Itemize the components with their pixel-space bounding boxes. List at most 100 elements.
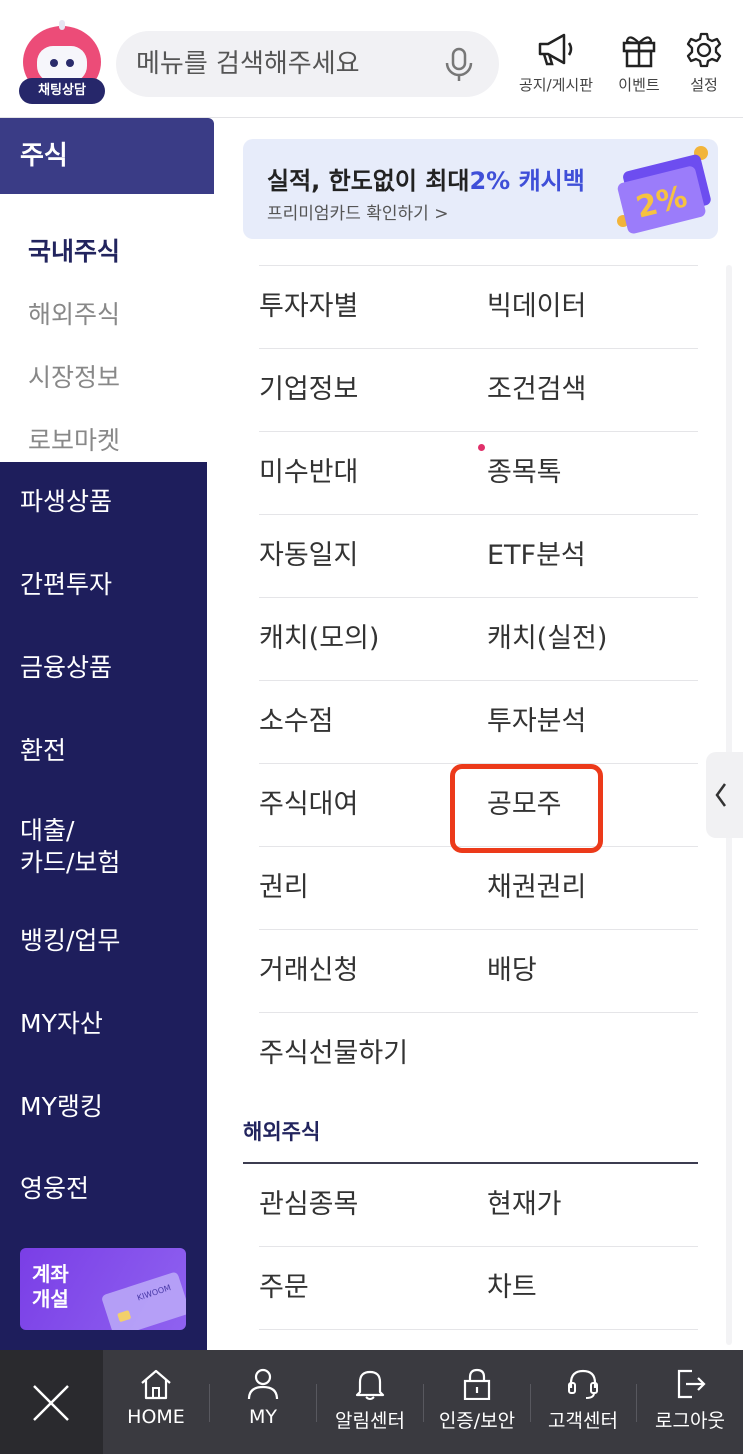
headset-icon — [568, 1369, 598, 1399]
menu-row: 소수점 투자분석 — [259, 680, 698, 763]
menu-row: 캐치(모의) 캐치(실전) — [259, 597, 698, 680]
menu-investment-analysis[interactable]: 투자분석 — [487, 681, 586, 763]
menu-big-data[interactable]: 빅데이터 — [487, 266, 586, 348]
cashback-card-illustration: 2% — [617, 146, 711, 234]
banner-title: 실적, 한도없이 최대2% 캐시백 — [267, 167, 585, 195]
menu-rights[interactable]: 권리 — [259, 847, 309, 929]
close-icon — [33, 1385, 69, 1421]
menu-order[interactable]: 주문 — [259, 1247, 309, 1329]
menu-stock-lending[interactable]: 주식대여 — [259, 764, 358, 846]
menu-catch-mock[interactable]: 캐치(모의) — [259, 598, 379, 680]
top-header: 채팅상담 메뉴를 검색해주세요 공지/게시판 이벤트 설정 — [0, 0, 743, 118]
notice-board-label: 공지/게시판 — [518, 76, 594, 94]
open-account-line2: 개설 — [32, 1287, 69, 1311]
menu-row: 기업정보 조건검색 — [259, 348, 698, 431]
event-button[interactable]: 이벤트 — [611, 30, 667, 102]
menu-unsettled-opposite[interactable]: 미수반대 — [259, 432, 358, 514]
lock-icon — [463, 1368, 491, 1400]
chevron-left-icon — [715, 783, 727, 807]
sidebar-item-derivatives[interactable]: 파생상품 — [0, 486, 207, 518]
menu-row: 미수반대 종목톡 — [259, 431, 698, 514]
new-badge-dot — [478, 444, 485, 451]
tab-logout-label: 로그아웃 — [655, 1410, 725, 1432]
search-input[interactable]: 메뉴를 검색해주세요 — [116, 31, 499, 97]
settings-label: 설정 — [690, 76, 718, 94]
tab-my[interactable]: MY — [210, 1350, 316, 1454]
user-icon — [247, 1368, 279, 1400]
bottom-navigation: HOME MY 알림센터 인증/보안 고객센터 로그아웃 — [0, 1350, 743, 1454]
sidebar-item-banking[interactable]: 뱅킹/업무 — [0, 925, 207, 957]
premium-card-banner[interactable]: 실적, 한도없이 최대2% 캐시백 프리미엄카드 확인하기 > 2% — [243, 139, 718, 239]
settings-button[interactable]: 설정 — [680, 30, 728, 102]
menu-row: 주문 차트 — [259, 1247, 698, 1330]
sidebar-item-financial-products[interactable]: 금융상품 — [0, 652, 207, 684]
sidebar-item-loan-card-insurance[interactable]: 대출/ 카드/보험 — [0, 815, 207, 879]
menu-row: 자동일지 ETF분석 — [259, 514, 698, 597]
gear-icon — [686, 32, 722, 68]
domestic-stock-menu: 투자자별 빅데이터 기업정보 조건검색 미수반대 종목톡 자동일지 ETF분석 … — [259, 265, 698, 1095]
menu-row: 거래신청 배당 — [259, 929, 698, 1012]
menu-chart[interactable]: 차트 — [487, 1247, 537, 1329]
bell-icon — [355, 1370, 385, 1400]
home-icon — [141, 1369, 171, 1400]
sidebar-sub-market-info[interactable]: 시장정보 — [28, 358, 120, 394]
tab-notification-center[interactable]: 알림센터 — [317, 1350, 423, 1454]
tab-home-label: HOME — [127, 1406, 185, 1428]
menu-etf-analysis[interactable]: ETF분석 — [487, 515, 586, 597]
search-placeholder: 메뉴를 검색해주세요 — [136, 49, 360, 79]
tab-notification-label: 알림센터 — [335, 1410, 405, 1432]
sidebar-item-my-assets[interactable]: MY자산 — [0, 1008, 207, 1040]
highlight-box — [450, 764, 603, 853]
menu-current-price[interactable]: 현재가 — [487, 1164, 562, 1246]
menu-condition-search[interactable]: 조건검색 — [487, 349, 586, 431]
sidebar-item-hero-battle[interactable]: 영웅전 — [0, 1173, 207, 1205]
menu-fractional[interactable]: 소수점 — [259, 681, 334, 763]
sidebar-sub-robo-market[interactable]: 로보마켓 — [28, 421, 120, 457]
tab-customer-label: 고객센터 — [548, 1410, 618, 1432]
tab-security-label: 인증/보안 — [438, 1410, 516, 1432]
open-account-banner[interactable]: 계좌 개설 KIWOOM — [20, 1248, 186, 1330]
tab-logout[interactable]: 로그아웃 — [637, 1350, 743, 1454]
banner-subtitle: 프리미엄카드 확인하기 > — [267, 204, 449, 224]
menu-stock-talk[interactable]: 종목톡 — [487, 432, 562, 514]
microphone-icon[interactable] — [442, 47, 476, 83]
open-account-line1: 계좌 — [32, 1262, 69, 1286]
overseas-stock-menu: 관심종목 현재가 주문 차트 — [259, 1164, 698, 1330]
overseas-section-title: 해외주식 — [243, 1120, 321, 1144]
tab-customer-center[interactable]: 고객센터 — [531, 1350, 635, 1454]
menu-row: 권리 채권권리 — [259, 846, 698, 929]
sidebar-section-label: 주식 — [20, 141, 68, 171]
tab-my-label: MY — [249, 1406, 277, 1428]
menu-trade-application[interactable]: 거래신청 — [259, 930, 358, 1012]
credit-card-icon: KIWOOM — [102, 1272, 186, 1330]
menu-dividend[interactable]: 배당 — [487, 930, 537, 1012]
sidebar-sub-overseas-stocks[interactable]: 해외주식 — [28, 295, 120, 331]
collapse-handle[interactable] — [706, 752, 743, 838]
menu-row: 관심종목 현재가 — [259, 1164, 698, 1247]
chatbot-button[interactable]: 채팅상담 — [19, 20, 105, 108]
megaphone-icon — [538, 33, 573, 66]
menu-company-info[interactable]: 기업정보 — [259, 349, 358, 431]
menu-row: 투자자별 빅데이터 — [259, 265, 698, 348]
sidebar-item-stocks[interactable]: 주식 — [0, 118, 214, 194]
menu-gift-stocks[interactable]: 주식선물하기 — [259, 1013, 408, 1095]
menu-watchlist[interactable]: 관심종목 — [259, 1164, 358, 1246]
gift-icon — [622, 36, 656, 68]
tab-home[interactable]: HOME — [103, 1350, 209, 1454]
category-sidebar: 주식 국내주식 해외주식 시장정보 로보마켓 파생상품 간편투자 금융상품 환전… — [0, 118, 214, 1350]
menu-row: 주식선물하기 — [259, 1012, 698, 1095]
sidebar-sub-domestic-stocks[interactable]: 국내주식 — [28, 232, 120, 268]
menu-auto-journal[interactable]: 자동일지 — [259, 515, 358, 597]
menu-bond-rights[interactable]: 채권권리 — [487, 847, 586, 929]
close-menu-button[interactable] — [0, 1350, 103, 1454]
event-label: 이벤트 — [618, 76, 660, 94]
sidebar-item-my-ranking[interactable]: MY랭킹 — [0, 1091, 207, 1123]
sidebar-item-exchange[interactable]: 환전 — [0, 735, 207, 767]
notice-board-button[interactable]: 공지/게시판 — [512, 30, 600, 102]
menu-investor-type[interactable]: 투자자별 — [259, 266, 358, 348]
tab-security[interactable]: 인증/보안 — [424, 1350, 530, 1454]
chatbot-label: 채팅상담 — [19, 78, 105, 104]
menu-catch-real[interactable]: 캐치(실전) — [487, 598, 607, 680]
logout-icon — [677, 1369, 706, 1399]
sidebar-item-simple-invest[interactable]: 간편투자 — [0, 569, 207, 601]
